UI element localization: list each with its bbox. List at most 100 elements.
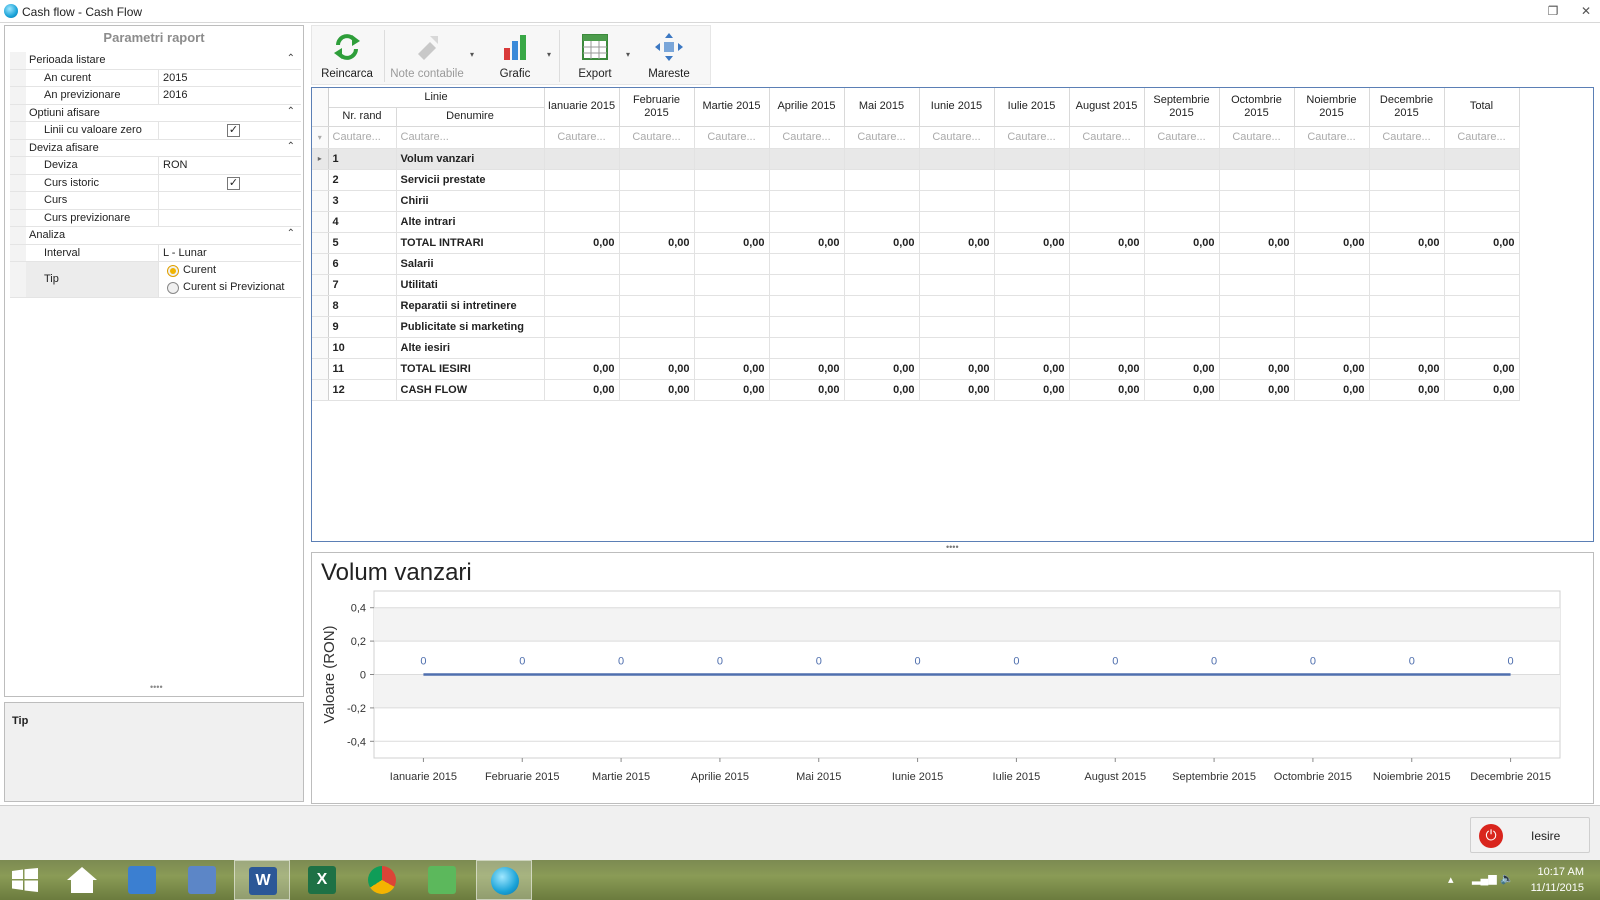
value-cell[interactable]: 0,00 bbox=[1069, 232, 1145, 254]
table-row[interactable]: 10 Alte iesiri bbox=[312, 337, 1520, 359]
value-cell[interactable] bbox=[844, 316, 920, 338]
note-contabile-button[interactable]: Note contabile bbox=[388, 26, 466, 86]
value-cell[interactable] bbox=[1444, 316, 1520, 338]
value-cell[interactable] bbox=[919, 316, 995, 338]
col-header-m3[interactable]: Aprilie 2015 bbox=[769, 88, 845, 127]
value-cell[interactable]: 0,00 bbox=[694, 358, 770, 380]
grafic-button[interactable]: Grafic bbox=[482, 26, 548, 86]
nr-rand-cell[interactable]: 5 bbox=[328, 232, 397, 254]
value-cell[interactable] bbox=[1369, 148, 1445, 170]
prop-linii-zero[interactable]: Linii cu valoare zero ✓ bbox=[10, 122, 301, 140]
filter-cell[interactable]: Cautare... bbox=[1444, 126, 1520, 149]
table-row[interactable]: 4 Alte intrari bbox=[312, 211, 1520, 233]
value-cell[interactable] bbox=[919, 148, 995, 170]
denumire-cell[interactable]: Alte intrari bbox=[396, 211, 545, 233]
value-cell[interactable] bbox=[1444, 148, 1520, 170]
taskbar-word[interactable]: W bbox=[234, 860, 290, 900]
value-cell[interactable] bbox=[1144, 337, 1220, 359]
category-perioada[interactable]: Perioada listare ⌃ bbox=[10, 52, 301, 70]
value-cell[interactable]: 0,00 bbox=[1294, 358, 1370, 380]
value-cell[interactable] bbox=[694, 148, 770, 170]
value-cell[interactable] bbox=[619, 316, 695, 338]
nr-rand-cell[interactable]: 9 bbox=[328, 316, 397, 338]
value-cell[interactable] bbox=[1144, 211, 1220, 233]
value-cell[interactable] bbox=[994, 253, 1070, 275]
value-cell[interactable] bbox=[694, 337, 770, 359]
nr-rand-cell[interactable]: 8 bbox=[328, 295, 397, 317]
col-header-m2[interactable]: Martie 2015 bbox=[694, 88, 770, 127]
denumire-cell[interactable]: Volum vanzari bbox=[396, 148, 545, 170]
value-cell[interactable] bbox=[994, 337, 1070, 359]
value-cell[interactable]: 0,00 bbox=[544, 232, 620, 254]
mareste-button[interactable]: Mareste bbox=[634, 26, 704, 86]
value-cell[interactable] bbox=[919, 169, 995, 191]
value-cell[interactable] bbox=[919, 253, 995, 275]
filter-cell[interactable]: Cautare... bbox=[844, 126, 920, 149]
value-cell[interactable] bbox=[694, 316, 770, 338]
value-cell[interactable] bbox=[769, 253, 845, 275]
col-header-denumire[interactable]: Denumire bbox=[396, 107, 545, 127]
value-cell[interactable] bbox=[769, 337, 845, 359]
col-header-m4[interactable]: Mai 2015 bbox=[844, 88, 920, 127]
value-cell[interactable] bbox=[844, 211, 920, 233]
restore-icon[interactable]: ❐ bbox=[1545, 3, 1561, 19]
value-cell[interactable] bbox=[1294, 190, 1370, 212]
value-cell[interactable]: 0,00 bbox=[544, 379, 620, 401]
value-cell[interactable] bbox=[1144, 169, 1220, 191]
table-row[interactable]: 6 Salarii bbox=[312, 253, 1520, 275]
value-cell[interactable]: 0,00 bbox=[994, 232, 1070, 254]
value-cell[interactable] bbox=[1144, 295, 1220, 317]
value-cell[interactable] bbox=[1444, 337, 1520, 359]
denumire-cell[interactable]: Reparatii si intretinere bbox=[396, 295, 545, 317]
filter-cell[interactable]: Cautare... bbox=[544, 126, 620, 149]
curs-previzionare-value[interactable] bbox=[158, 209, 301, 226]
value-cell[interactable] bbox=[1069, 169, 1145, 191]
col-header-m1[interactable]: Februarie 2015 bbox=[619, 88, 695, 127]
value-cell[interactable]: 0,00 bbox=[1144, 379, 1220, 401]
table-row[interactable]: 7 Utilitati bbox=[312, 274, 1520, 296]
value-cell[interactable] bbox=[994, 148, 1070, 170]
value-cell[interactable] bbox=[619, 190, 695, 212]
value-cell[interactable] bbox=[1219, 190, 1295, 212]
interval-value[interactable]: L - Lunar bbox=[158, 244, 301, 261]
value-cell[interactable] bbox=[544, 337, 620, 359]
table-row[interactable]: 8 Reparatii si intretinere bbox=[312, 295, 1520, 317]
value-cell[interactable] bbox=[994, 295, 1070, 317]
clock-time[interactable]: 10:17 AM bbox=[1520, 866, 1584, 878]
value-cell[interactable] bbox=[1219, 337, 1295, 359]
value-cell[interactable] bbox=[1069, 274, 1145, 296]
value-cell[interactable] bbox=[1444, 190, 1520, 212]
value-cell[interactable] bbox=[769, 169, 845, 191]
value-cell[interactable] bbox=[1069, 295, 1145, 317]
filter-cell[interactable]: Cautare... bbox=[1294, 126, 1370, 149]
value-cell[interactable] bbox=[1444, 274, 1520, 296]
value-cell[interactable]: 0,00 bbox=[1444, 358, 1520, 380]
value-cell[interactable] bbox=[1369, 295, 1445, 317]
filter-cell[interactable]: Cautare... bbox=[619, 126, 695, 149]
value-cell[interactable] bbox=[919, 295, 995, 317]
table-row[interactable]: 9 Publicitate si marketing bbox=[312, 316, 1520, 338]
network-icon[interactable]: ▂▄▆ bbox=[1472, 872, 1497, 885]
exit-button[interactable]: ⏻ Iesire bbox=[1470, 817, 1590, 853]
nr-rand-cell[interactable]: 12 bbox=[328, 379, 397, 401]
value-cell[interactable] bbox=[544, 316, 620, 338]
value-cell[interactable] bbox=[694, 169, 770, 191]
reincarca-button[interactable]: Reincarca bbox=[312, 26, 382, 86]
value-cell[interactable] bbox=[1294, 337, 1370, 359]
value-cell[interactable] bbox=[1444, 253, 1520, 275]
an-curent-value[interactable]: 2015 bbox=[158, 69, 301, 86]
value-cell[interactable] bbox=[1069, 190, 1145, 212]
value-cell[interactable] bbox=[694, 295, 770, 317]
taskbar-cashflow[interactable] bbox=[476, 860, 532, 900]
value-cell[interactable] bbox=[1144, 316, 1220, 338]
filter-cell[interactable]: Cautare... bbox=[1369, 126, 1445, 149]
value-cell[interactable] bbox=[619, 295, 695, 317]
taskbar-excel[interactable]: X bbox=[294, 860, 350, 900]
denumire-cell[interactable]: TOTAL INTRARI bbox=[396, 232, 545, 254]
value-cell[interactable] bbox=[919, 190, 995, 212]
value-cell[interactable] bbox=[1369, 274, 1445, 296]
value-cell[interactable] bbox=[544, 169, 620, 191]
value-cell[interactable] bbox=[919, 337, 995, 359]
value-cell[interactable] bbox=[769, 190, 845, 212]
value-cell[interactable] bbox=[1294, 211, 1370, 233]
